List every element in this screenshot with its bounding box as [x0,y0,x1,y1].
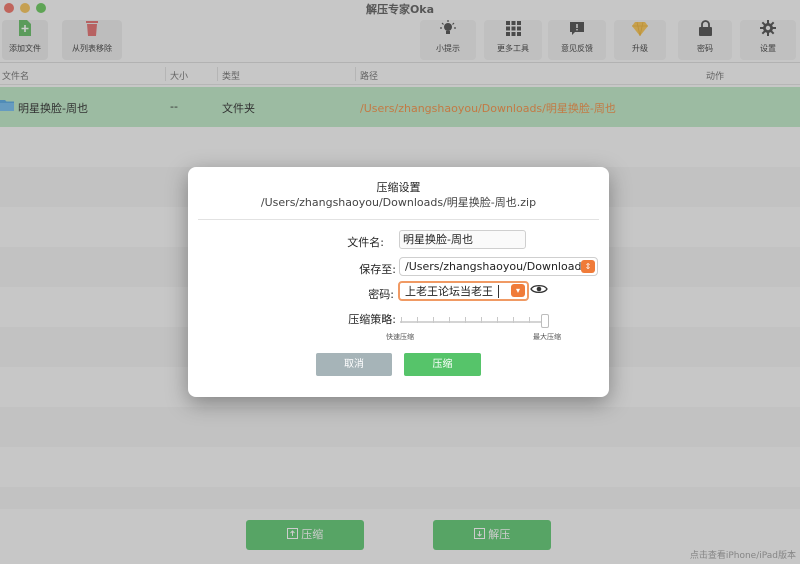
slider-tick [449,317,450,323]
saveto-select[interactable]: /Users/zhangshaoyou/Downloads ⇕ [399,257,598,276]
slider-track[interactable] [400,321,542,323]
saveto-label: 保存至: [359,263,396,276]
filename-input[interactable]: 明星换脸-周也 [399,230,526,249]
divider [198,219,599,220]
dialog-output-path: /Users/zhangshaoyou/Downloads/明星换脸-周也.zi… [260,196,537,209]
slider-tick [465,317,466,323]
dialog-title: 压缩设置 [376,181,421,194]
chevron-down-icon[interactable]: ▾ [511,284,525,297]
slider-min-label: 快速压缩 [386,333,414,341]
cancel-button[interactable]: 取消 [316,353,392,376]
saveto-value: /Users/zhangshaoyou/Downloads [405,260,588,273]
compress-button[interactable]: 压缩 [404,353,481,376]
eye-icon[interactable] [530,283,548,298]
slider-tick [497,317,498,323]
strategy-label: 压缩策略: [348,313,396,326]
updown-icon: ⇕ [581,260,595,273]
password-value: 上老王论坛当老王 [405,285,493,298]
slider-tick [513,317,514,323]
compress-settings-dialog: 压缩设置 /Users/zhangshaoyou/Downloads/明星换脸-… [188,167,609,397]
slider-tick [481,317,482,323]
password-input[interactable]: 上老王论坛当老王 ▾ [398,281,529,301]
slider-tick [433,317,434,323]
slider-knob[interactable] [541,314,549,328]
slider-max-label: 最大压缩 [533,333,561,341]
slider-tick [417,317,418,323]
filename-label: 文件名: [347,236,384,249]
slider-tick [401,317,402,323]
slider-tick [529,317,530,323]
text-caret [498,285,499,298]
password-field-label: 密码: [368,288,394,301]
